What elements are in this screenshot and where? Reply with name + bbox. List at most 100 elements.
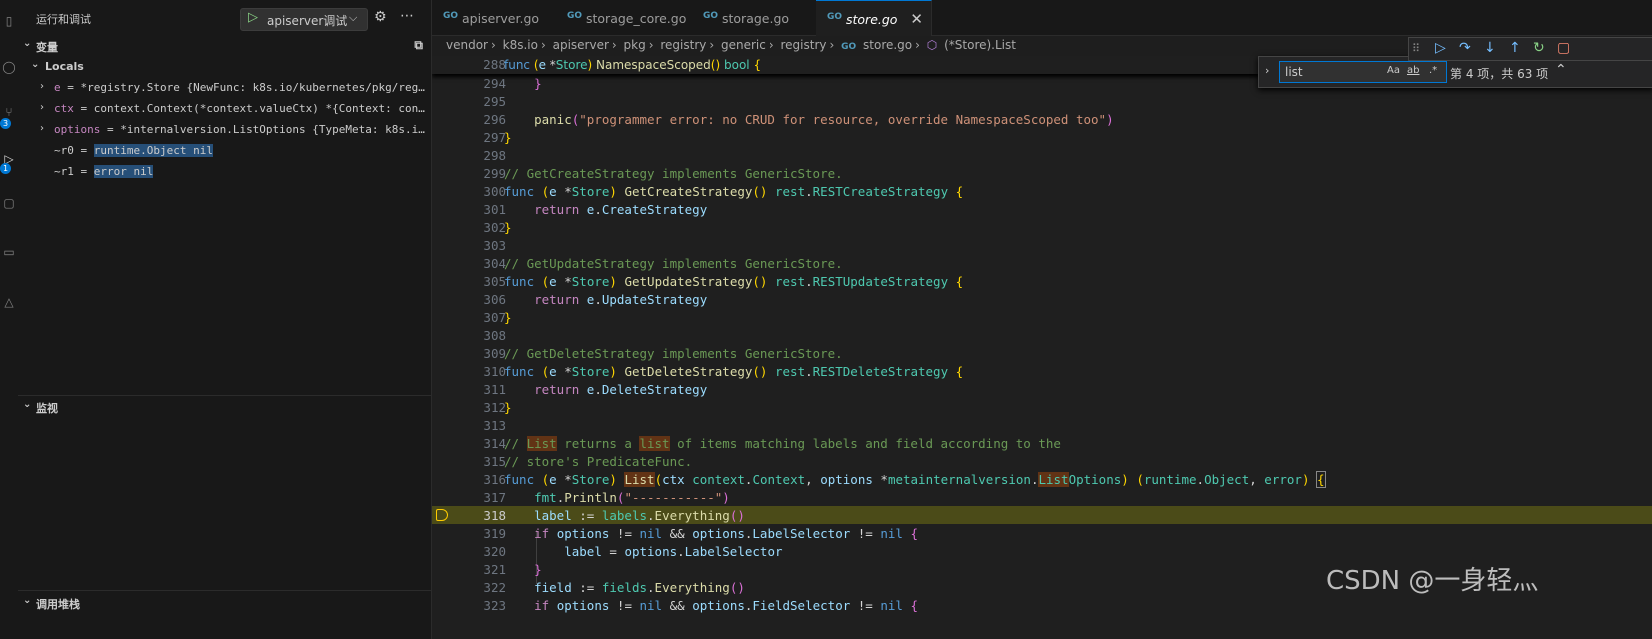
watermark: CSDN @一身轻灬 — [1326, 566, 1539, 596]
breadcrumb-item[interactable]: generic — [721, 38, 766, 52]
regex-toggle[interactable]: .* — [1429, 65, 1437, 76]
line-number: 310 — [483, 364, 506, 379]
chevron-down-icon[interactable]: ⌵ — [349, 11, 357, 25]
code-line[interactable]: 302} — [432, 218, 1652, 236]
breadcrumb-item[interactable]: registry — [660, 38, 706, 52]
variable-row-options[interactable]: › options = *internalversion.ListOptions… — [38, 120, 428, 140]
line-number: 298 — [483, 148, 506, 163]
code-line[interactable]: 308 — [432, 326, 1652, 344]
code-line[interactable]: 303 — [432, 236, 1652, 254]
code-line[interactable]: 313 — [432, 416, 1652, 434]
line-number: 321 — [483, 562, 506, 577]
variable-row-e[interactable]: › e = *registry.Store {NewFunc: k8s.io/k… — [38, 78, 428, 98]
whole-word-toggle[interactable]: ab — [1407, 65, 1419, 76]
testing-icon[interactable]: △ — [0, 295, 18, 309]
line-number: 315 — [483, 454, 506, 469]
variables-section-header[interactable]: ⌄ 变量 ⧉ — [18, 36, 431, 56]
chevron-right-icon[interactable]: › — [40, 123, 44, 134]
tab-store-go[interactable]: GO store.go ✕ — [816, 0, 932, 36]
step-into-icon[interactable]: ↓ — [1484, 40, 1496, 56]
line-number: 300 — [483, 184, 506, 199]
code-text: // List returns a list of items matching… — [504, 436, 1061, 451]
breakpoint-current-icon[interactable] — [436, 509, 448, 521]
chevron-right-icon: › — [829, 38, 835, 52]
start-debugging-icon[interactable]: ▷ — [248, 10, 258, 25]
tab-label: store.go — [846, 12, 898, 27]
breadcrumb-item[interactable]: k8s.io — [503, 38, 538, 52]
code-line[interactable]: 312} — [432, 398, 1652, 416]
line-number: 320 — [483, 544, 506, 559]
code-line[interactable]: 298 — [432, 146, 1652, 164]
step-over-icon[interactable]: ↷ — [1459, 40, 1471, 56]
code-line[interactable]: 305 func (e *Store) GetUpdateStrategy() r… — [432, 272, 1652, 290]
code-line[interactable]: 314// List returns a list of items match… — [432, 434, 1652, 452]
toggle-replace-icon[interactable]: › — [1265, 64, 1269, 77]
continue-icon[interactable]: ▷ — [1435, 40, 1446, 56]
previous-match-icon[interactable]: ⌃ — [1555, 62, 1567, 78]
chevron-right-icon[interactable]: › — [40, 81, 44, 92]
tab-storage-go[interactable]: GO storage.go — [692, 0, 817, 35]
breadcrumb-item[interactable]: (*Store).List — [944, 38, 1016, 52]
extensions-icon[interactable]: ▢ — [0, 196, 18, 210]
restart-icon[interactable]: ↻ — [1533, 40, 1545, 56]
code-line[interactable]: 297} — [432, 128, 1652, 146]
variable-value: *registry.Store {NewFunc: k8s.io/kuberne… — [80, 81, 429, 94]
step-out-icon[interactable]: ↑ — [1509, 40, 1521, 56]
collapse-all-icon[interactable]: ⧉ — [414, 38, 423, 53]
source-control-icon[interactable]: ⑂ — [0, 105, 18, 119]
activity-bar: ▯ ◯ ⑂ 3 ▷ 1 ▢ ▭ △ — [0, 0, 19, 639]
variable-row-r1[interactable]: ~r1 = error nil — [38, 162, 428, 182]
code-line[interactable]: 301 return e.CreateStrategy — [432, 200, 1652, 218]
line-number: 311 — [483, 382, 506, 397]
tab-storage-core-go[interactable]: GO storage_core.go — [556, 0, 693, 35]
code-line[interactable]: 307} — [432, 308, 1652, 326]
line-number: 319 — [483, 526, 506, 541]
go-file-icon: GO — [703, 11, 719, 21]
code-line[interactable]: 306 return e.UpdateStrategy — [432, 290, 1652, 308]
variable-value: error nil — [93, 165, 154, 178]
stop-icon[interactable]: ▢ — [1557, 40, 1570, 56]
breadcrumb: vendor › k8s.io › apiserver › pkg › registry… — [446, 38, 1019, 56]
current-execution-line[interactable]: 318 label := labels.Everything() — [432, 506, 1652, 524]
code-line[interactable]: 317 fmt.Println("-----------") — [432, 488, 1652, 506]
explorer-icon[interactable]: ▯ — [0, 14, 18, 28]
chevron-down-icon: ⌄ — [23, 399, 32, 410]
breadcrumb-item[interactable]: vendor — [446, 38, 488, 52]
match-case-toggle[interactable]: Aa — [1387, 65, 1400, 76]
chevron-right-icon: › — [709, 38, 715, 52]
gear-icon[interactable]: ⚙ — [374, 9, 387, 25]
remote-explorer-icon[interactable]: ▭ — [0, 245, 18, 259]
watch-section-header[interactable]: ⌄ 监视 — [18, 397, 431, 417]
close-icon[interactable]: ✕ — [910, 10, 923, 28]
code-line[interactable]: 299// GetCreateStrategy implements Gener… — [432, 164, 1652, 182]
debug-config-select[interactable]: ▷ apiserver调试 ⌵ — [240, 8, 368, 31]
code-line[interactable]: 319 if options != nil && options.LabelSe… — [432, 524, 1652, 542]
code-editor[interactable]: 288 func (e *Store) NamespaceScoped() bo… — [432, 56, 1652, 639]
breadcrumb-item[interactable]: pkg — [624, 38, 646, 52]
callstack-section-header[interactable]: ⌄ 调用堆栈 — [18, 593, 431, 613]
chevron-right-icon[interactable]: › — [40, 102, 44, 113]
code-line[interactable]: 304// GetUpdateStrategy implements Gener… — [432, 254, 1652, 272]
variable-row-r0[interactable]: ~r0 = runtime.Object nil — [38, 141, 428, 161]
breadcrumb-item[interactable]: apiserver — [553, 38, 609, 52]
code-text: return e.CreateStrategy — [534, 202, 708, 217]
code-line[interactable]: 309// GetDeleteStrategy implements Gener… — [432, 344, 1652, 362]
find-input[interactable]: list — [1279, 61, 1447, 83]
breadcrumb-item[interactable]: registry — [781, 38, 827, 52]
variable-row-ctx[interactable]: › ctx = context.Context(*context.valueCt… — [38, 99, 428, 119]
code-line[interactable]: 316 func (e *Store) List(ctx context.Cont… — [432, 470, 1652, 488]
variable-equals: = — [73, 144, 94, 157]
tab-apiserver-go[interactable]: GO apiserver.go — [432, 0, 557, 35]
code-line[interactable]: 311 return e.DeleteStrategy — [432, 380, 1652, 398]
code-line[interactable]: 296 panic("programmer error: no CRUD for… — [432, 110, 1652, 128]
code-line[interactable]: 320 label = options.LabelSelector — [432, 542, 1652, 560]
more-actions-icon[interactable]: ⋯ — [400, 8, 415, 24]
search-icon[interactable]: ◯ — [0, 60, 18, 74]
code-line[interactable]: 310 func (e *Store) GetDeleteStrategy() r… — [432, 362, 1652, 380]
code-line[interactable]: 295 — [432, 92, 1652, 110]
breadcrumb-item[interactable]: store.go — [863, 38, 912, 52]
drag-handle-icon[interactable]: ⠿ — [1412, 42, 1420, 55]
code-line[interactable]: 300 func (e *Store) GetCreateStrategy() r… — [432, 182, 1652, 200]
code-line[interactable]: 315// store's PredicateFunc. — [432, 452, 1652, 470]
code-line[interactable]: 323 if options != nil && options.FieldSe… — [432, 596, 1652, 614]
